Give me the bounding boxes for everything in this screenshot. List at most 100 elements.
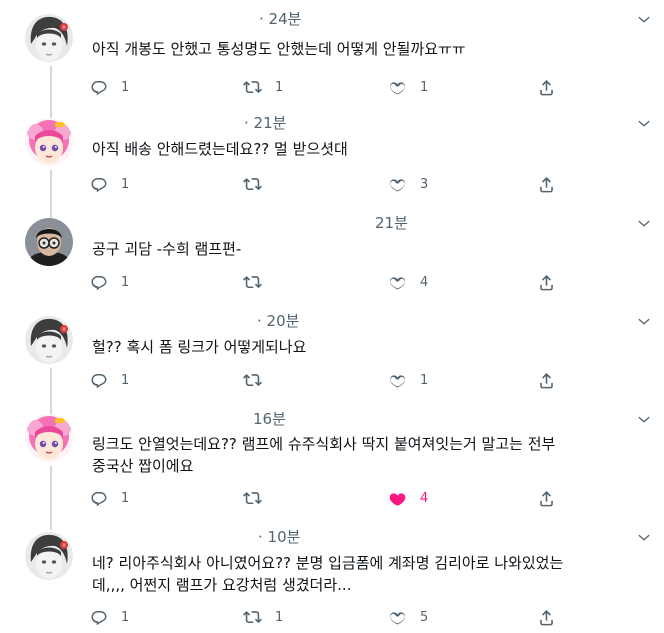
reply-count: 1 (121, 490, 130, 506)
reply-button[interactable]: 1 (90, 369, 129, 391)
share-button[interactable] (537, 369, 556, 391)
retweet-icon (243, 608, 262, 627)
reply-button[interactable]: 1 (90, 271, 129, 293)
like-button[interactable]: 5 (388, 606, 428, 628)
heart-icon (388, 273, 407, 292)
heart-icon (388, 175, 407, 194)
reply-icon (90, 78, 108, 96)
tweet[interactable]: · 20분 헐?? 혹시 폼 링크가 어떻게되나요 1 1 (0, 312, 664, 416)
avatar[interactable] (25, 316, 73, 364)
tweet-text: 헐?? 혹시 폼 링크가 어떻게되나요 (92, 338, 307, 356)
tweet-actions: 1 1 (90, 369, 560, 391)
thread-line (50, 170, 52, 218)
retweet-count: 1 (275, 609, 284, 625)
like-button[interactable]: 4 (388, 487, 428, 509)
reply-icon (90, 489, 108, 507)
tweet-actions: 1 3 (90, 173, 560, 195)
avatar[interactable] (25, 118, 73, 166)
chevron-down-icon[interactable] (636, 314, 652, 330)
heart-icon (388, 78, 407, 97)
retweet-icon (243, 371, 262, 390)
share-icon (537, 608, 556, 627)
timestamp[interactable]: 16분 (253, 408, 286, 429)
tweet[interactable]: 16분 링크도 안열엇는데요?? 램프에 슈주식회사 딱지 붙여져잇는거 말고는… (0, 410, 664, 530)
chevron-down-icon[interactable] (636, 412, 652, 428)
like-button[interactable]: 1 (388, 76, 428, 98)
like-button[interactable]: 1 (388, 369, 428, 391)
reply-count: 1 (121, 79, 130, 95)
retweet-icon (243, 273, 262, 292)
heart-icon (388, 608, 407, 627)
retweet-icon (243, 175, 262, 194)
timestamp[interactable]: · 10분 (258, 526, 300, 547)
share-button[interactable] (537, 271, 556, 293)
retweet-button[interactable] (243, 487, 275, 509)
share-icon (537, 273, 556, 292)
timestamp[interactable]: 21분 (375, 212, 408, 233)
like-count: 5 (420, 609, 429, 625)
heart-icon (388, 371, 407, 390)
share-button[interactable] (537, 173, 556, 195)
reply-button[interactable]: 1 (90, 606, 129, 628)
retweet-button[interactable] (243, 271, 275, 293)
timestamp[interactable]: · 20분 (257, 310, 299, 331)
chevron-down-icon[interactable] (636, 116, 652, 132)
tweet[interactable]: 21분 공구 괴담 -수희 램프편- 1 4 (0, 214, 664, 313)
like-button[interactable]: 4 (388, 271, 428, 293)
reply-button[interactable]: 1 (90, 76, 129, 98)
tweet-text: 아직 개봉도 안했고 통성명도 안했는데 어떻게 안될까요ㅠㅠ (92, 40, 466, 58)
tweet-text: 네? 리아주식회사 아니였어요?? 분명 입금폼에 계좌명 김리아로 나와있었는… (92, 554, 564, 594)
share-icon (537, 78, 556, 97)
reply-icon (90, 608, 108, 626)
tweet[interactable]: · 10분 네? 리아주식회사 아니였어요?? 분명 입금폼에 계좌명 김리아로… (0, 528, 664, 633)
reply-button[interactable]: 1 (90, 487, 129, 509)
like-count: 4 (420, 274, 429, 290)
retweet-button[interactable] (243, 173, 275, 195)
share-button[interactable] (537, 487, 556, 509)
share-icon (537, 371, 556, 390)
timestamp[interactable]: · 24분 (259, 8, 301, 29)
tweet-actions: 1 4 (90, 271, 560, 293)
retweet-button[interactable] (243, 369, 275, 391)
like-count: 1 (420, 372, 429, 388)
avatar[interactable] (25, 218, 73, 266)
timestamp[interactable]: · 21분 (244, 112, 286, 133)
avatar[interactable] (25, 414, 73, 462)
reply-icon (90, 273, 108, 291)
reply-count: 1 (121, 372, 130, 388)
chevron-down-icon[interactable] (636, 530, 652, 546)
retweet-button[interactable]: 1 (243, 76, 283, 98)
tweet[interactable]: · 24분 아직 개봉도 안했고 통성명도 안했는데 어떻게 안될까요ㅠㅠ 1 … (0, 10, 664, 118)
like-button[interactable]: 3 (388, 173, 428, 195)
share-icon (537, 175, 556, 194)
like-count: 4 (420, 490, 429, 506)
thread-line (50, 66, 52, 118)
thread-line (50, 466, 52, 530)
share-button[interactable] (537, 76, 556, 98)
retweet-icon (243, 489, 262, 508)
reply-icon (90, 175, 108, 193)
chevron-down-icon[interactable] (636, 216, 652, 232)
heart-icon (388, 489, 407, 508)
tweet-actions: 1 1 1 (90, 76, 560, 98)
tweet-text: 아직 배송 안해드렸는데요?? 멀 받으셧대 (92, 140, 348, 158)
reply-count: 1 (121, 609, 130, 625)
reply-count: 1 (121, 176, 130, 192)
tweet-actions: 1 1 5 (90, 606, 560, 628)
like-count: 3 (420, 176, 429, 192)
avatar[interactable] (25, 532, 73, 580)
reply-icon (90, 371, 108, 389)
retweet-button[interactable]: 1 (243, 606, 283, 628)
retweet-icon (243, 78, 262, 97)
share-button[interactable] (537, 606, 556, 628)
tweet[interactable]: · 21분 아직 배송 안해드렸는데요?? 멀 받으셧대 1 3 (0, 114, 664, 218)
retweet-count: 1 (275, 79, 284, 95)
avatar[interactable] (25, 14, 73, 62)
share-icon (537, 489, 556, 508)
tweet-text: 공구 괴담 -수희 램프편- (92, 240, 242, 258)
tweet-actions: 1 4 (90, 487, 560, 509)
like-count: 1 (420, 79, 429, 95)
thread-line (50, 368, 52, 416)
chevron-down-icon[interactable] (636, 12, 652, 28)
reply-button[interactable]: 1 (90, 173, 129, 195)
